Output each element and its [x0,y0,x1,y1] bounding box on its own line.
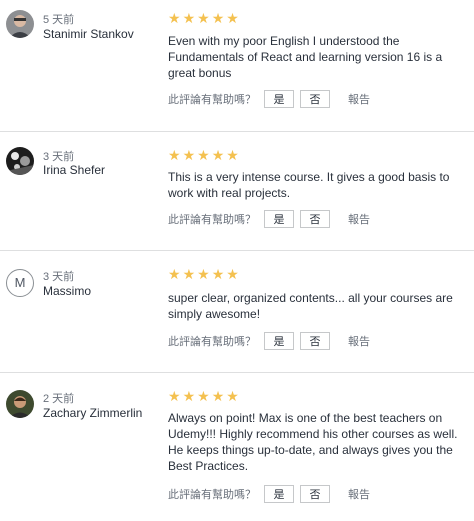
reviewer-name: Irina Shefer [43,163,106,177]
divider [0,372,474,373]
helpful-question: 此評論有幫助嗎？ [168,336,256,348]
review-text: super clear, organized contents... all y… [168,291,453,321]
helpful-row: 此評論有幫助嗎？ 是 否 報告 [168,331,370,351]
star-icon: ★ [168,147,181,163]
star-rating: ★ ★ ★ ★ ★ [168,267,239,281]
yes-button[interactable]: 是 [264,210,294,228]
report-link[interactable]: 報告 [348,211,370,227]
no-button[interactable]: 否 [300,485,330,503]
star-icon: ★ [211,266,225,282]
helpful-row: 此評論有幫助嗎？ 是 否 報告 [168,484,370,504]
user-photo-icon [6,10,34,38]
no-button[interactable]: 否 [300,332,330,350]
review-time: 3 天前 [43,151,75,163]
star-icon: ★ [197,147,210,163]
star-icon: ★ [182,147,196,163]
helpful-row: 此評論有幫助嗎？ 是 否 報告 [168,89,370,109]
star-icon: ★ [211,10,225,26]
review-text: Always on point! Max is one of the best … [168,411,458,473]
star-icon: ★ [197,266,210,282]
user-photo-icon [6,147,34,175]
star-icon: ★ [226,147,239,163]
report-link[interactable]: 報告 [348,91,370,107]
star-icon: ★ [226,388,239,404]
star-icon: ★ [168,10,181,26]
star-rating: ★ ★ ★ ★ ★ [168,148,239,162]
divider [0,250,474,251]
star-icon: ★ [182,266,196,282]
star-icon: ★ [211,147,225,163]
divider [0,131,474,132]
reviewer-name: Massimo [43,284,92,298]
user-photo-icon [6,390,34,418]
no-button[interactable]: 否 [300,210,330,228]
avatar[interactable] [6,390,34,418]
review-time: 5 天前 [43,14,75,26]
no-button[interactable]: 否 [300,90,330,108]
yes-button[interactable]: 是 [264,90,294,108]
review-time: 2 天前 [43,393,75,405]
review-text: This is a very intense course. It gives … [168,170,450,200]
reviewer-name: Stanimir Stankov [43,27,134,41]
report-link[interactable]: 報告 [348,333,370,349]
star-icon: ★ [226,266,239,282]
reviewer-name: Zachary Zimmerlin [43,406,143,420]
star-rating: ★ ★ ★ ★ ★ [168,11,239,25]
star-icon: ★ [226,10,239,26]
helpful-question: 此評論有幫助嗎？ [168,489,256,501]
yes-button[interactable]: 是 [264,485,294,503]
star-icon: ★ [197,388,210,404]
avatar[interactable] [6,10,34,38]
star-icon: ★ [182,10,196,26]
star-icon: ★ [168,388,181,404]
star-icon: ★ [168,266,181,282]
star-icon: ★ [182,388,196,404]
avatar[interactable]: M [6,269,34,297]
helpful-question: 此評論有幫助嗎？ [168,214,256,226]
report-link[interactable]: 報告 [348,486,370,502]
yes-button[interactable]: 是 [264,332,294,350]
star-icon: ★ [211,388,225,404]
helpful-row: 此評論有幫助嗎？ 是 否 報告 [168,209,370,229]
star-icon: ★ [197,10,210,26]
helpful-question: 此評論有幫助嗎？ [168,94,256,106]
star-rating: ★ ★ ★ ★ ★ [168,389,239,403]
avatar[interactable] [6,147,34,175]
review-text: Even with my poor English I understood t… [168,34,443,80]
review-time: 3 天前 [43,271,75,283]
